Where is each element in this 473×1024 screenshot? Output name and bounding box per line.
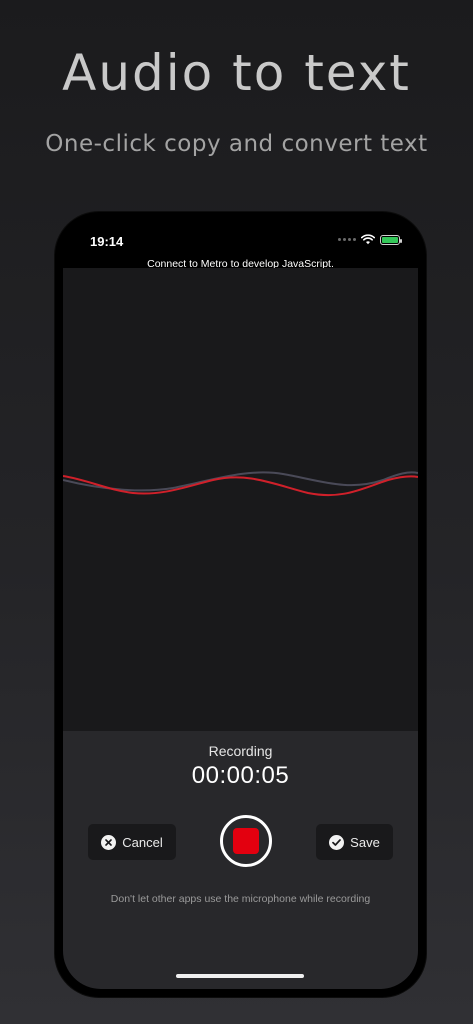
waveform bbox=[63, 471, 418, 497]
stop-recording-button[interactable] bbox=[220, 815, 272, 867]
cancel-button-label: Cancel bbox=[122, 834, 163, 850]
status-time: 19:14 bbox=[90, 234, 124, 249]
promo-title: Audio to text bbox=[62, 44, 411, 102]
status-icons bbox=[338, 234, 402, 245]
checkmark-icon bbox=[329, 834, 345, 850]
recording-state-label: Recording bbox=[208, 743, 273, 759]
close-icon bbox=[101, 834, 117, 850]
promo-subtitle: One-click copy and convert text bbox=[45, 131, 428, 157]
phone-screen: 19:14 Connect to Metro to develop JavaSc… bbox=[63, 220, 418, 989]
signal-dots-icon bbox=[338, 238, 356, 241]
waveform-primary-line bbox=[63, 475, 418, 497]
home-indicator[interactable] bbox=[176, 974, 304, 978]
stop-icon bbox=[233, 828, 259, 854]
elapsed-timer: 00:00:05 bbox=[191, 762, 290, 789]
phone-frame: 19:14 Connect to Metro to develop JavaSc… bbox=[55, 212, 426, 997]
status-bar: 19:14 bbox=[63, 220, 418, 260]
wifi-icon bbox=[361, 234, 375, 245]
battery-charging-icon bbox=[380, 234, 402, 245]
microphone-hint: Don't let other apps use the microphone … bbox=[110, 893, 371, 905]
save-button[interactable]: Save bbox=[316, 824, 393, 860]
waveform-area bbox=[63, 268, 418, 731]
cancel-button[interactable]: Cancel bbox=[88, 824, 176, 860]
save-button-label: Save bbox=[350, 834, 380, 850]
recorder-panel: Recording 00:00:05 Cancel Save Don't let… bbox=[63, 731, 418, 989]
